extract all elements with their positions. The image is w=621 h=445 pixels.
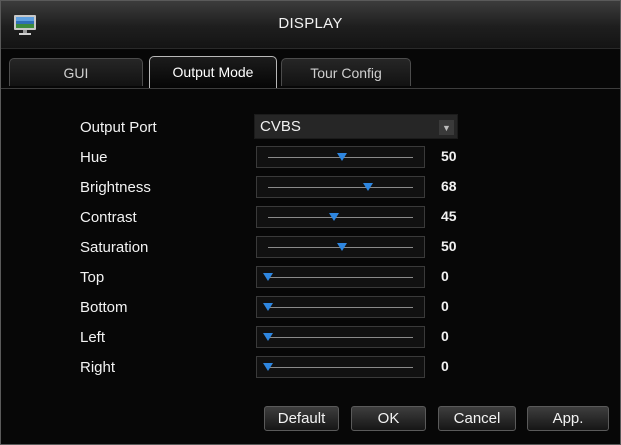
slider-thumb[interactable] xyxy=(263,303,273,311)
left-value: 0 xyxy=(441,328,449,344)
tab-bar: GUI Output Mode Tour Config xyxy=(1,56,620,89)
slider-track xyxy=(268,187,413,188)
hue-label: Hue xyxy=(80,149,108,166)
brightness-label: Brightness xyxy=(80,179,151,196)
output-port-label: Output Port xyxy=(80,119,157,136)
slider-thumb[interactable] xyxy=(263,333,273,341)
slider-track xyxy=(268,217,413,218)
output-port-select[interactable]: CVBS ▼ xyxy=(254,114,458,139)
tab-output-mode[interactable]: Output Mode xyxy=(149,56,277,88)
right-slider[interactable] xyxy=(256,356,425,378)
output-port-value: CVBS xyxy=(260,118,301,135)
slider-track xyxy=(268,307,413,308)
default-button[interactable]: Default xyxy=(264,406,339,431)
saturation-slider[interactable] xyxy=(256,236,425,258)
title-bar: DISPLAY xyxy=(1,1,620,49)
slider-thumb[interactable] xyxy=(362,183,373,191)
top-slider[interactable] xyxy=(256,266,425,288)
saturation-value: 50 xyxy=(441,238,457,254)
bottom-label: Bottom xyxy=(80,299,128,316)
brightness-slider[interactable] xyxy=(256,176,425,198)
hue-value: 50 xyxy=(441,148,457,164)
contrast-value: 45 xyxy=(441,208,457,224)
brightness-value: 68 xyxy=(441,178,457,194)
dropdown-arrow-icon[interactable]: ▼ xyxy=(439,120,454,135)
window-title: DISPLAY xyxy=(278,15,343,32)
contrast-slider[interactable] xyxy=(256,206,425,228)
tab-tour-config[interactable]: Tour Config xyxy=(281,58,411,86)
apply-button[interactable]: App. xyxy=(527,406,609,431)
top-label: Top xyxy=(80,269,105,286)
left-label: Left xyxy=(80,329,106,346)
right-value: 0 xyxy=(441,358,449,374)
ok-button[interactable]: OK xyxy=(351,406,426,431)
slider-thumb[interactable] xyxy=(263,273,273,281)
top-value: 0 xyxy=(441,268,449,284)
slider-track xyxy=(268,337,413,338)
slider-thumb[interactable] xyxy=(263,363,273,371)
hue-slider[interactable] xyxy=(256,146,425,168)
bottom-value: 0 xyxy=(441,298,449,314)
slider-thumb[interactable] xyxy=(329,213,340,221)
left-slider[interactable] xyxy=(256,326,425,348)
slider-track xyxy=(268,367,413,368)
cancel-button[interactable]: Cancel xyxy=(438,406,516,431)
slider-thumb[interactable] xyxy=(336,153,347,161)
bottom-slider[interactable] xyxy=(256,296,425,318)
contrast-label: Contrast xyxy=(80,209,137,226)
tab-gui[interactable]: GUI xyxy=(9,58,143,86)
slider-thumb[interactable] xyxy=(336,243,347,251)
saturation-label: Saturation xyxy=(80,239,149,256)
right-label: Right xyxy=(80,359,116,376)
slider-track xyxy=(268,277,413,278)
display-dialog: DISPLAY GUI Output Mode Tour Config Outp… xyxy=(0,0,621,445)
